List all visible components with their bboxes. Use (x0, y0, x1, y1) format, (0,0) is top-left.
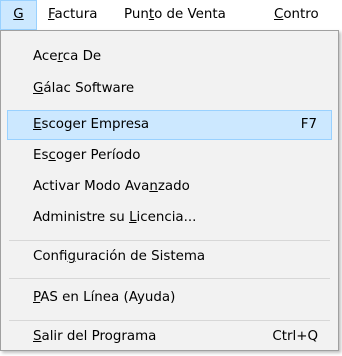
menu-item-pas-en-linea-post: AS en Línea (Ayuda) (40, 290, 176, 305)
menu-item-salir-del-programa[interactable]: Salir del Programa Ctrl+Q (7, 322, 332, 352)
menu-item-activar-modo-avanzado-post: zado (157, 179, 190, 194)
menu-item-administre-licencia-accel: L (129, 210, 137, 225)
menu-item-acerca-de-post: ca De (62, 49, 102, 64)
menu-separator (9, 240, 330, 241)
menu-item-escoger-periodo[interactable]: Escoger Período (7, 141, 332, 171)
menubar-item-control-accel: C (274, 7, 284, 22)
menu-item-galac-software[interactable]: Gálac Software (7, 74, 332, 104)
menu-item-escoger-periodo-post: oger Período (55, 148, 141, 163)
menubar-item-factura-post: actura (54, 7, 98, 22)
menubar-item-control[interactable]: Contro (274, 0, 319, 30)
menu-item-administre-licencia-post: icencia... (136, 210, 197, 225)
menubar-item-punto-de-venta-post: o de Venta (154, 7, 226, 22)
menu-item-escoger-periodo-accel: c (48, 148, 56, 163)
menu-item-escoger-empresa[interactable]: Escoger Empresa F7 (7, 110, 332, 140)
menu-item-administre-licencia[interactable]: Administre su Licencia... (7, 203, 332, 233)
menu-item-escoger-empresa-shortcut: F7 (300, 117, 317, 132)
menu-item-configuracion-sistema-post: uración de Sistema (75, 249, 206, 264)
menubar-item-control-post: ontro (283, 7, 319, 22)
menu-item-galac-software-accel: G (33, 81, 44, 96)
menubar-item-punto-de-venta-pre: Pun (124, 7, 149, 22)
menu-item-activar-modo-avanzado[interactable]: Activar Modo Avanzado (7, 172, 332, 202)
menubar-item-factura[interactable]: Factura (48, 0, 98, 30)
menu-item-configuracion-sistema[interactable]: Configuración de Sistema (7, 242, 332, 272)
menu-item-salir-del-programa-accel: S (33, 329, 42, 344)
menu-item-acerca-de-pre: Ace (33, 49, 58, 64)
menu-item-activar-modo-avanzado-pre: Activar Modo Ava (33, 179, 150, 194)
menu-item-salir-del-programa-post: alir del Programa (41, 329, 157, 344)
menu-item-configuracion-sistema-pre: Confi (33, 249, 68, 264)
menu-separator (9, 320, 330, 321)
menu-item-activar-modo-avanzado-accel: n (149, 179, 158, 194)
menu-separator (9, 278, 330, 279)
menu-item-acerca-de[interactable]: Acerca De (7, 42, 332, 72)
menubar-item-punto-de-venta[interactable]: Punto de Venta (124, 0, 226, 30)
menubar-item-g-accel: G (13, 7, 24, 22)
menubar-item-g[interactable]: G (0, 0, 37, 30)
menu-item-administre-licencia-pre: Administre su (33, 210, 130, 225)
menu-item-escoger-empresa-post: scoger Empresa (41, 117, 150, 132)
menu-item-pas-en-linea[interactable]: PAS en Línea (Ayuda) (7, 283, 332, 313)
menu-bar: G Factura Punto de Venta Contro (0, 0, 342, 30)
menu-item-salir-del-programa-shortcut: Ctrl+Q (272, 329, 318, 344)
g-dropdown-menu: Acerca De Gálac Software Escoger Empresa… (0, 30, 339, 351)
menu-item-configuracion-sistema-accel: g (67, 249, 76, 264)
menu-item-galac-software-post: álac Software (43, 81, 135, 96)
menu-item-escoger-periodo-pre: Es (33, 148, 49, 163)
